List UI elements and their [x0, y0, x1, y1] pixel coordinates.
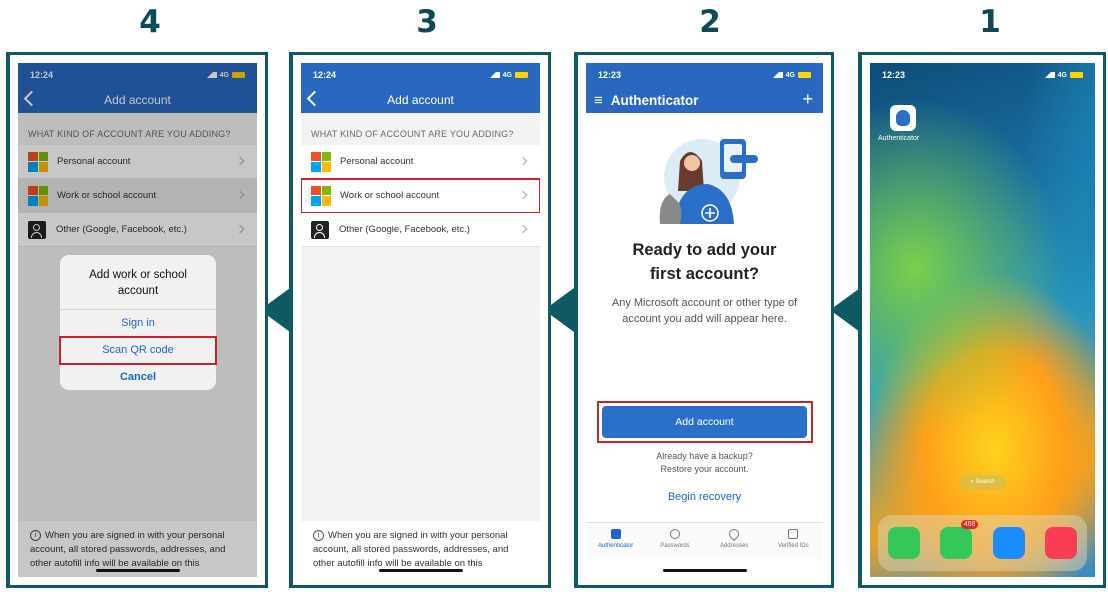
notification-badge: 468: [960, 520, 979, 529]
messages-app-icon[interactable]: 468: [940, 520, 979, 559]
search-icon: ⌕: [970, 479, 974, 485]
chevron-right-icon: [518, 190, 528, 200]
begin-recovery-link[interactable]: Begin recovery: [586, 491, 823, 503]
status-bar: 12:24 4G: [301, 63, 540, 87]
step-number-1: 1: [979, 4, 1001, 40]
network-label: 4G: [785, 71, 795, 79]
page-title: Add account: [387, 93, 454, 107]
status-bar: 12:23 4G: [586, 63, 823, 87]
step-number-4: 4: [139, 4, 161, 40]
battery-icon: [1070, 72, 1083, 78]
app-label: Authenticator: [878, 135, 920, 142]
tab-addresses[interactable]: Addresses: [705, 523, 764, 559]
signal-icon: [772, 72, 783, 78]
other-account-option[interactable]: Other (Google, Facebook, etc.): [301, 213, 540, 247]
home-indicator: [95, 569, 180, 572]
music-app-icon[interactable]: [1044, 527, 1077, 559]
status-bar: 12:23 4G: [870, 63, 1095, 87]
scan-qr-code-button[interactable]: Scan QR code: [59, 336, 217, 366]
home-indicator: [378, 569, 463, 572]
status-time: 12:24: [313, 70, 337, 80]
search-pill[interactable]: ⌕ Search: [959, 475, 1006, 490]
header-bar: 12:24 4G Add account: [301, 63, 540, 113]
back-chevron-icon[interactable]: [306, 90, 323, 107]
add-account-button[interactable]: Add account: [602, 406, 807, 438]
info-icon: i: [313, 530, 324, 541]
phone-screen: 12:24 4G Add account WHAT KIND OF ACCOUN…: [18, 63, 257, 577]
tab-passwords[interactable]: Passwords: [645, 523, 704, 559]
option-label: Personal account: [340, 156, 414, 167]
hamburger-menu-icon[interactable]: ≡: [594, 92, 603, 109]
phone-frame-step-2: 12:23 4G ≡ Authenticator + Ready to add …: [574, 52, 834, 588]
step-number-2: 2: [699, 4, 721, 40]
home-indicator: [662, 569, 747, 572]
phone-app-icon[interactable]: [888, 527, 921, 559]
backup-text: Already have a backup? Restore your acco…: [656, 451, 753, 475]
header-bar: 12:23 4G ≡ Authenticator +: [586, 63, 823, 113]
ready-description: Any Microsoft account or other type of a…: [611, 296, 798, 326]
home-icon: [610, 529, 621, 539]
microsoft-logo-icon: [311, 151, 331, 172]
phone-screen: 12:23 4G Authenticator ⌕ Search 468: [870, 63, 1095, 577]
status-time: 12:23: [598, 70, 622, 80]
id-card-icon: [788, 529, 799, 539]
tab-authenticator[interactable]: Authenticator: [586, 523, 645, 559]
option-label: Other (Google, Facebook, etc.): [339, 224, 470, 235]
action-sheet: Add work or school account Sign in Scan …: [59, 255, 217, 391]
chevron-right-icon: [518, 224, 528, 234]
action-sheet-title: Add work or school account: [60, 255, 216, 311]
safari-app-icon[interactable]: [992, 527, 1025, 559]
phone-frame-step-3: 12:24 4G Add account WHAT KIND OF ACCOUN…: [289, 52, 551, 588]
arrow-left-icon: [830, 288, 860, 332]
status-time: 12:23: [882, 70, 906, 80]
dock: 468: [878, 515, 1087, 571]
cancel-button[interactable]: Cancel: [60, 364, 216, 390]
personal-account-option[interactable]: Personal account: [301, 145, 540, 179]
network-label: 4G: [1057, 71, 1067, 79]
phone-frame-step-4: 12:24 4G Add account WHAT KIND OF ACCOUN…: [6, 52, 268, 588]
option-label: Work or school account: [340, 190, 440, 201]
work-school-account-option[interactable]: Work or school account: [301, 178, 540, 214]
location-pin-icon: [727, 526, 742, 542]
network-label: 4G: [502, 71, 512, 79]
bottom-tab-bar: Authenticator Passwords Addresses Verifi…: [586, 522, 823, 559]
battery-icon: [798, 72, 811, 78]
tab-verified-ids[interactable]: Verified IDs: [764, 523, 823, 559]
signal-icon: [489, 72, 500, 78]
phone-screen: 12:24 4G Add account WHAT KIND OF ACCOUN…: [301, 63, 540, 577]
ready-title: Ready to add your first account?: [632, 241, 777, 283]
chevron-right-icon: [518, 156, 528, 166]
authenticator-app-icon[interactable]: [890, 105, 916, 131]
battery-icon: [515, 72, 528, 78]
section-heading: WHAT KIND OF ACCOUNT ARE YOU ADDING?: [311, 129, 514, 139]
phone-screen: 12:23 4G ≡ Authenticator + Ready to add …: [586, 63, 823, 577]
phone-frame-step-1: 12:23 4G Authenticator ⌕ Search 468: [858, 52, 1106, 588]
sign-in-button[interactable]: Sign in: [60, 310, 216, 338]
step-number-3: 3: [416, 4, 438, 40]
add-icon[interactable]: +: [802, 89, 813, 110]
woman-with-cat-illustration: [659, 139, 758, 224]
page-title: Authenticator: [610, 92, 699, 108]
microsoft-logo-icon: [311, 185, 331, 206]
person-icon: [311, 220, 329, 239]
signal-icon: [1044, 72, 1055, 78]
key-icon: [669, 529, 680, 539]
